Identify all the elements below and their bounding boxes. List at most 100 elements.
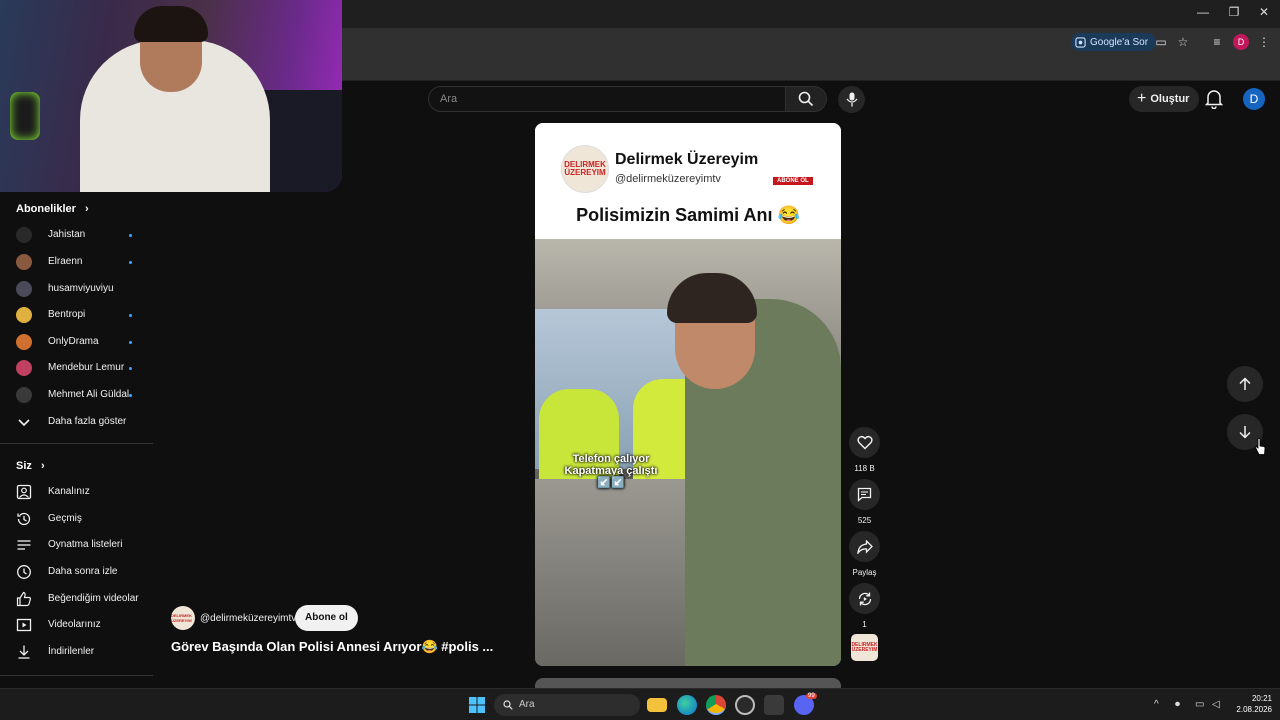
microphone-tray-icon[interactable]: ⏺ [1175,699,1180,710]
restore-button[interactable]: ❐ [1219,5,1249,19]
windows-start-icon[interactable] [469,697,485,713]
terminal-icon[interactable] [764,695,784,715]
your-videos-icon [16,618,32,632]
close-window-button[interactable]: ✕ [1249,5,1279,19]
short-channel-logo: DELIRMEK ÜZEREYIM [561,145,609,193]
create-label: Oluştur [1150,93,1190,105]
video-frame: Telefon çalıyor Kapatmaya çalıştı ↙️↙️ [535,239,841,666]
short-title[interactable]: Görev Başında Olan Polisi Annesi Arıyor😂… [171,639,493,655]
bookmark-star-icon[interactable]: ☆ [1175,34,1191,50]
you-section-title[interactable]: Siz › [16,460,45,472]
playlists-icon [17,540,31,550]
chevron-right-icon: › [84,203,89,215]
webcam-rgb-light [10,92,40,140]
subscription-label: OnlyDrama [48,336,99,347]
lens-icon [1075,36,1086,48]
volume-icon[interactable]: ◁ [1212,699,1220,710]
search-icon [798,91,814,107]
browser-menu-icon[interactable]: ⋮ [1256,34,1272,50]
sidebar-item-label: Kanalınız [48,486,90,497]
chevron-right-icon: › [40,460,45,472]
windows-taskbar: Ara 99 ^ ⏺ ▭ ◁ 20:21 2.08.2026 [0,688,1280,720]
subscription-label: Elraenn [48,256,83,267]
new-content-dot [129,367,132,370]
download-icon [18,645,30,659]
new-content-dot [129,341,132,344]
sidebar-item-label: Beğendiğim videolar [48,593,139,604]
create-button[interactable]: + Oluştur [1129,86,1200,112]
google-ask-label: Google'a Sor [1090,36,1149,48]
search-button[interactable] [785,86,827,112]
taskbar-search[interactable]: Ara [494,694,640,716]
subscriptions-title[interactable]: Abonelikler › [16,203,89,215]
car-door [535,479,705,666]
short-channel-name: Delirmek Üzereyim [615,151,759,168]
subscription-item[interactable]: Jahistan [0,222,153,248]
sidebar-item-label: Oynatma listeleri [48,539,123,550]
sidebar-item-playlists[interactable]: Oynatma listeleri [0,532,153,558]
remix-icon [858,592,871,605]
previous-short-button[interactable] [1227,366,1263,402]
short-video-player[interactable]: DELIRMEK ÜZEREYIM Delirmek Üzereyim @del… [535,123,841,666]
microphone-icon [846,92,857,107]
subscription-item[interactable]: Mendebur Lemur [0,355,153,381]
chevron-down-icon [18,419,30,427]
subscribe-button[interactable]: Abone ol [295,605,358,631]
channel-avatar [16,254,32,270]
media-controls-icon[interactable]: ≡ [1209,34,1225,50]
show-more-button[interactable]: Daha fazla göster [0,409,153,435]
webcam-person-hair [134,6,208,42]
meta-channel-handle[interactable]: @delirmeküzereyimtv [200,613,296,624]
sidebar-item-watch-later[interactable]: Daha sonra izle [0,559,153,585]
like-action[interactable]: 118 B [849,427,880,473]
cast-icon[interactable]: ▭ [1153,34,1169,50]
tray-expand-icon[interactable]: ^ [1154,699,1159,710]
edge-icon[interactable] [677,695,697,715]
sidebar-item-downloads[interactable]: İndirilenler [0,639,153,665]
minimize-button[interactable]: — [1188,5,1218,19]
short-overlay-title: Polisimizin Samimi Anı 😂 [576,205,800,225]
short-overlay-header: DELIRMEK ÜZEREYIM Delirmek Üzereyim @del… [535,123,841,239]
subscription-item[interactable]: OnlyDrama [0,329,153,355]
search-input[interactable]: Ara [428,86,786,112]
remix-action[interactable]: 1 [849,583,880,629]
notifications-bell-icon[interactable] [1205,89,1223,109]
subscription-item[interactable]: husamviyuviyu [0,276,153,302]
voice-search-button[interactable] [838,86,865,113]
audio-source-thumbnail[interactable]: DELIRMEK ÜZEREYIM [851,634,878,661]
comments-action[interactable]: 525 [849,479,880,525]
plus-icon: + [1137,90,1147,107]
subscription-item[interactable]: Mehmet Ali Güldal [0,382,153,408]
steam-like-app-icon[interactable] [735,695,755,715]
webcam-overlay [0,0,342,192]
search-icon [503,700,513,710]
browser-profile-avatar[interactable]: D [1233,34,1249,50]
sidebar-item-history[interactable]: Geçmiş [0,506,153,532]
channel-avatar [16,334,32,350]
subscription-label: Mendebur Lemur [48,362,125,373]
share-action[interactable]: Paylaş [849,531,880,577]
mouse-cursor-icon [1254,438,1266,455]
channel-avatar [16,281,32,297]
sidebar-item-channel[interactable]: Kanalınız [0,479,153,505]
display-tray-icon[interactable]: ▭ [1195,699,1204,710]
file-explorer-icon[interactable] [647,698,667,712]
sidebar-item-liked[interactable]: Beğendiğim videolar [0,586,153,612]
video-caption: Telefon çalıyor Kapatmaya çalıştı ↙️↙️ [564,453,658,489]
subscription-label: Jahistan [48,229,86,240]
chrome-icon[interactable] [706,695,726,715]
sidebar-item-label: Videolarınız [48,619,101,630]
driver-hair [667,273,757,323]
subscription-item[interactable]: Elraenn [0,249,153,275]
thumbs-up-icon [16,591,32,607]
watch-later-icon [17,565,31,579]
google-ask-button[interactable]: Google'a Sor [1071,33,1157,51]
arrow-down-icon [1239,426,1251,439]
sidebar-item-label: Geçmiş [48,513,82,524]
sidebar-item-your-videos[interactable]: Videolarınız [0,612,153,638]
account-avatar[interactable]: D [1243,88,1265,110]
system-clock[interactable]: 20:21 2.08.2026 [1230,693,1272,715]
channel-avatar [16,387,32,403]
meta-channel-avatar[interactable]: DELIRMEK ÜZEREYIM [171,606,195,630]
subscription-item[interactable]: Bentropi [0,302,153,328]
